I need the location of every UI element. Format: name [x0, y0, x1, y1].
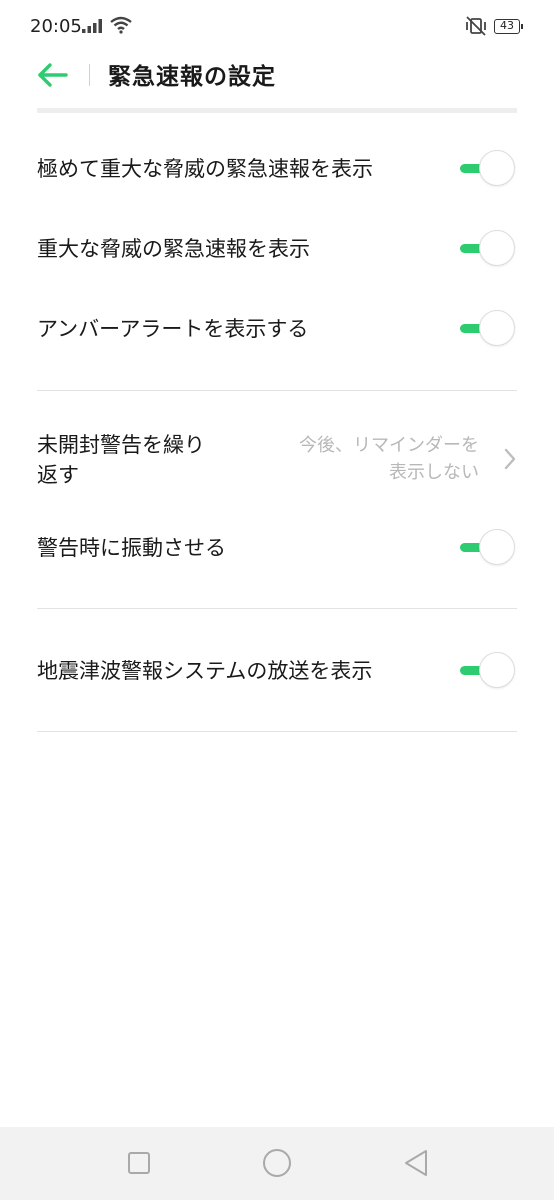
- home-circle-icon[interactable]: [263, 1149, 291, 1177]
- setting-label: 重大な脅威の緊急速報を表示: [37, 237, 310, 261]
- system-navigation-bar: [0, 1127, 554, 1200]
- status-bar: 20:05 43: [0, 0, 554, 52]
- setting-label: 警告時に振動させる: [37, 536, 226, 560]
- toggle-thumb: [479, 529, 515, 565]
- back-arrow-icon[interactable]: [36, 62, 70, 88]
- page-title: 緊急速報の設定: [108, 64, 276, 90]
- etws-toggle[interactable]: [457, 652, 517, 690]
- back-triangle-icon[interactable]: [402, 1147, 430, 1179]
- severe-threat-toggle[interactable]: [457, 230, 517, 268]
- section-divider: [37, 390, 517, 391]
- setting-value-line1: 今後、リマインダーを: [299, 435, 479, 456]
- section-divider: [37, 608, 517, 609]
- toggle-thumb: [479, 310, 515, 346]
- setting-label: アンバーアラートを表示する: [37, 317, 309, 341]
- vibrate-off-icon: [466, 16, 486, 36]
- status-time: 20:05: [30, 16, 82, 37]
- toggle-thumb: [479, 150, 515, 186]
- header-divider: [89, 64, 90, 86]
- recents-square-icon[interactable]: [128, 1152, 150, 1174]
- extreme-threat-toggle[interactable]: [457, 150, 517, 188]
- setting-label: 極めて重大な脅威の緊急速報を表示: [37, 157, 373, 181]
- setting-row-etws[interactable]: 地震津波警報システムの放送を表示: [37, 652, 517, 690]
- cellular-signal-icon: [82, 19, 102, 33]
- setting-row-extreme-threat[interactable]: 極めて重大な脅威の緊急速報を表示: [37, 150, 517, 188]
- setting-row-repeat-unread[interactable]: 未開封警告を繰り 返す 今後、リマインダーを 表示しない: [37, 428, 517, 492]
- toggle-thumb: [479, 230, 515, 266]
- chevron-right-icon: [504, 448, 516, 470]
- header-shadow-divider: [37, 108, 517, 113]
- section-divider: [37, 731, 517, 732]
- setting-label-line2: 返す: [37, 463, 79, 487]
- setting-row-severe-threat[interactable]: 重大な脅威の緊急速報を表示: [37, 230, 517, 268]
- amber-alert-toggle[interactable]: [457, 310, 517, 348]
- vibrate-toggle[interactable]: [457, 529, 517, 567]
- setting-value-line2: 表示しない: [389, 462, 479, 483]
- toggle-thumb: [479, 652, 515, 688]
- battery-indicator: 43: [494, 19, 523, 34]
- setting-row-vibrate[interactable]: 警告時に振動させる: [37, 529, 517, 567]
- emergency-alert-settings-screen: 20:05 43 緊急速報の設定 極めて重大な脅威の緊急速報を表示 重大な脅威の…: [0, 0, 554, 1200]
- setting-row-amber-alert[interactable]: アンバーアラートを表示する: [37, 310, 517, 348]
- setting-label: 地震津波警報システムの放送を表示: [37, 659, 373, 683]
- wifi-icon: [110, 16, 132, 34]
- setting-label-line1: 未開封警告を繰り: [37, 433, 205, 457]
- header: 緊急速報の設定: [0, 52, 554, 108]
